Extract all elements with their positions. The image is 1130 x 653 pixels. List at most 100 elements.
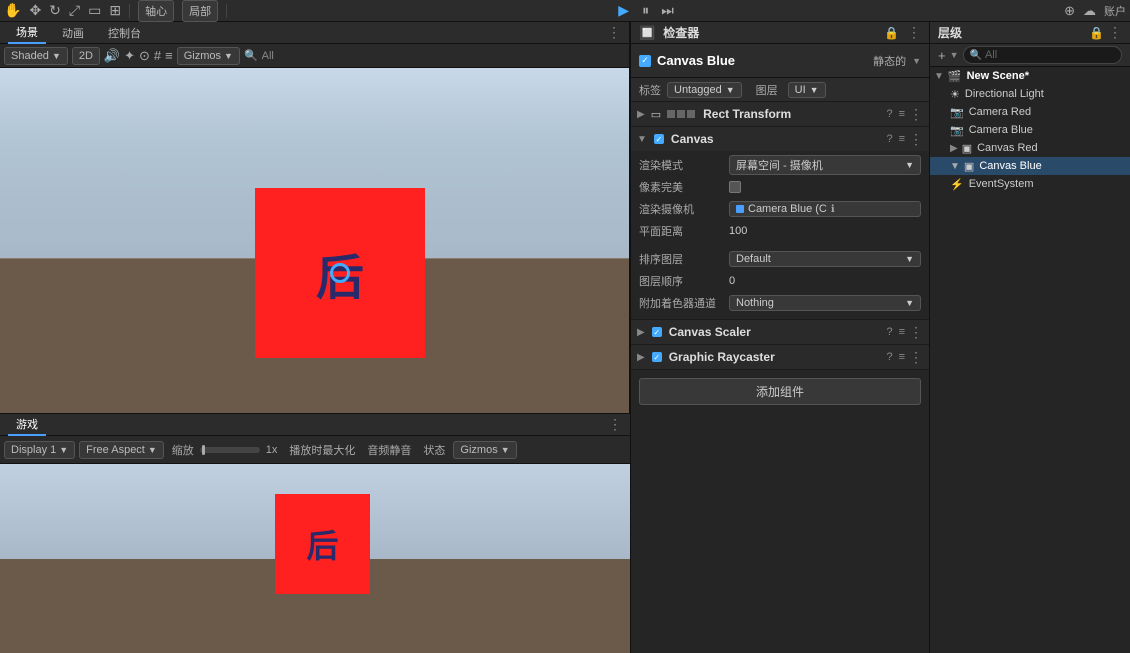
hierarchy-list[interactable]: ▼ 🎬 New Scene* ☀ Directional Light 📷 Cam…	[930, 67, 1130, 653]
rect-transform-menu-icon[interactable]: ⋮	[909, 106, 923, 123]
aspect-dropdown[interactable]: Free Aspect ▼	[79, 441, 164, 459]
graphic-raycaster-checkbox[interactable]: ✓	[652, 352, 662, 362]
add-shader-value: Nothing	[736, 297, 774, 309]
graphic-raycaster-header[interactable]: ▶ ✓ Graphic Raycaster ? ≡ ⋮	[631, 345, 929, 369]
graphic-raycaster-menu-icon[interactable]: ⋮	[909, 349, 923, 366]
audio-icon[interactable]: 🔊	[104, 48, 120, 64]
scene-panel-menu-icon[interactable]: ⋮	[607, 24, 621, 41]
sort-layer-chevron: ▼	[905, 254, 914, 264]
scene-icon[interactable]: ⊙	[139, 48, 150, 64]
main-area: 场景 动画 控制台 ⋮ Shaded ▼ 2D 🔊 ✦ ⊙ # ≡	[0, 22, 1130, 653]
rotate-tool-icon[interactable]: ↻	[49, 2, 61, 19]
hierarchy-lock-icon[interactable]: 🔒	[1089, 26, 1104, 40]
inspector-menu-icon[interactable]: ⋮	[907, 24, 921, 41]
game-gizmos-dropdown[interactable]: Gizmos ▼	[453, 441, 516, 459]
hand-tool-icon[interactable]: ✋	[4, 2, 21, 19]
hierarchy-item-eventsystem[interactable]: ⚡ EventSystem	[930, 175, 1130, 193]
canvas-scaler-help-icon[interactable]: ?	[886, 326, 892, 338]
hierarchy-search-box[interactable]: 🔍 All	[963, 46, 1122, 64]
axis-center-btn[interactable]: 轴心	[138, 0, 174, 22]
object-active-checkbox[interactable]: ✓	[639, 55, 651, 67]
canvas-settings-icon[interactable]: ≡	[899, 133, 905, 145]
more-scene-icon[interactable]: ≡	[165, 48, 173, 63]
render-camera-ref[interactable]: Camera Blue (C ℹ	[729, 201, 921, 217]
directional-light-label: Directional Light	[965, 88, 1044, 100]
canvas-help-icon[interactable]: ?	[886, 133, 892, 145]
sort-layer-dropdown[interactable]: Default ▼	[729, 251, 921, 267]
plane-distance-row: 平面距离 100	[639, 221, 921, 241]
scene-viewport[interactable]: 后	[0, 68, 629, 413]
pixel-perfect-checkbox[interactable]	[729, 181, 741, 193]
maximize-label[interactable]: 播放时最大化	[289, 442, 355, 458]
display-dropdown[interactable]: Display 1 ▼	[4, 441, 75, 459]
play-button[interactable]: ▶	[615, 2, 633, 20]
object-name[interactable]: Canvas Blue	[657, 53, 867, 68]
hierarchy-item-canvas-blue[interactable]: ▼ ▣ Canvas Blue	[930, 157, 1130, 175]
chevron-down-icon: ▼	[52, 51, 61, 61]
game-panel-menu-icon[interactable]: ⋮	[608, 416, 622, 433]
step-button[interactable]: ⏭	[659, 2, 677, 20]
add-shader-dropdown[interactable]: Nothing ▼	[729, 295, 921, 311]
render-mode-dropdown[interactable]: 屏幕空间 - 摄像机 ▼	[729, 155, 921, 175]
static-dropdown-icon[interactable]: ▼	[912, 56, 921, 66]
status-label[interactable]: 状态	[423, 442, 445, 458]
add-shader-chevron: ▼	[905, 298, 914, 308]
canvas-blue-rect-game[interactable]: 后	[275, 494, 370, 594]
scale-tool-icon[interactable]: ⤢	[69, 2, 80, 19]
inspector-scroll[interactable]: ▶ ▭ Rect Transform ? ≡ ⋮ ▼	[631, 102, 929, 653]
graphic-raycaster-expand-icon: ▶	[637, 352, 645, 363]
game-viewport[interactable]: 后	[0, 464, 630, 653]
canvas-scaler-checkbox[interactable]: ✓	[652, 327, 662, 337]
hierarchy-item-directional-light[interactable]: ☀ Directional Light	[930, 85, 1130, 103]
effects-icon[interactable]: ✦	[124, 48, 135, 64]
hierarchy-scene-root[interactable]: ▼ 🎬 New Scene*	[930, 67, 1130, 85]
scale-label: 缩放	[172, 442, 194, 458]
hierarchy-item-camera-blue[interactable]: 📷 Camera Blue	[930, 121, 1130, 139]
canvas-scaler-menu-icon[interactable]: ⋮	[909, 324, 923, 341]
hierarchy-item-camera-red[interactable]: 📷 Camera Red	[930, 103, 1130, 121]
tab-animation[interactable]: 动画	[54, 23, 92, 43]
hierarchy-menu-icon[interactable]: ⋮	[1108, 24, 1122, 41]
rect-transform-help-icon[interactable]: ?	[886, 108, 892, 120]
shaded-dropdown[interactable]: Shaded ▼	[4, 47, 68, 65]
tag-dropdown[interactable]: Untagged ▼	[667, 82, 742, 98]
plane-distance-value[interactable]: 100	[729, 225, 921, 237]
account-label[interactable]: 账户	[1104, 3, 1126, 19]
canvas-scaler-settings-icon[interactable]: ≡	[899, 326, 905, 338]
canvas-active-checkbox[interactable]: ✓	[654, 134, 664, 144]
hierarchy-search-placeholder: All	[985, 49, 997, 61]
tab-game[interactable]: 游戏	[8, 414, 46, 436]
scale-slider-handle[interactable]	[202, 445, 205, 455]
layer-dropdown[interactable]: UI ▼	[788, 82, 826, 98]
move-tool-icon[interactable]: ✥	[29, 2, 41, 19]
rect-transform-settings-icon[interactable]: ≡	[899, 108, 905, 120]
sort-layer-label: 排序图层	[639, 251, 729, 267]
local-global-btn[interactable]: 局部	[182, 0, 218, 22]
tab-scene[interactable]: 场景	[8, 22, 46, 44]
collab-icon[interactable]: ⊕	[1064, 3, 1075, 19]
2d-btn[interactable]: 2D	[72, 47, 100, 65]
mute-label[interactable]: 音频静音	[367, 442, 411, 458]
hierarchy-item-canvas-red[interactable]: ▶ ▣ Canvas Red	[930, 139, 1130, 157]
cloud-icon[interactable]: ☁	[1083, 3, 1096, 19]
canvas-menu-icon[interactable]: ⋮	[909, 131, 923, 148]
canvas-blue-rect-scene[interactable]: 后	[255, 188, 425, 358]
canvas-header[interactable]: ▼ ✓ Canvas ? ≡ ⋮	[631, 127, 929, 151]
rect-tool-icon[interactable]: ▭	[88, 2, 101, 19]
tab-console[interactable]: 控制台	[100, 23, 149, 43]
transform-tool-icon[interactable]: ⊞	[109, 2, 121, 19]
gizmos-dropdown[interactable]: Gizmos ▼	[177, 47, 240, 65]
layer-order-value[interactable]: 0	[729, 275, 921, 287]
grid-icon[interactable]: #	[154, 48, 161, 63]
pause-button[interactable]: ⏸	[637, 2, 655, 20]
hierarchy-add-chevron[interactable]: ▼	[950, 50, 959, 60]
graphic-raycaster-help-icon[interactable]: ?	[886, 351, 892, 363]
hierarchy-add-button[interactable]: +	[934, 48, 950, 63]
canvas-section: ▼ ✓ Canvas ? ≡ ⋮ 渲染模式 屏幕空间 - 摄像机	[631, 127, 929, 320]
inspector-lock-icon[interactable]: 🔒	[884, 26, 899, 40]
add-component-button[interactable]: 添加组件	[639, 378, 921, 405]
canvas-scaler-header[interactable]: ▶ ✓ Canvas Scaler ? ≡ ⋮	[631, 320, 929, 344]
rect-transform-header[interactable]: ▶ ▭ Rect Transform ? ≡ ⋮	[631, 102, 929, 126]
graphic-raycaster-settings-icon[interactable]: ≡	[899, 351, 905, 363]
scene-panel-header: 场景 动画 控制台 ⋮	[0, 22, 629, 44]
